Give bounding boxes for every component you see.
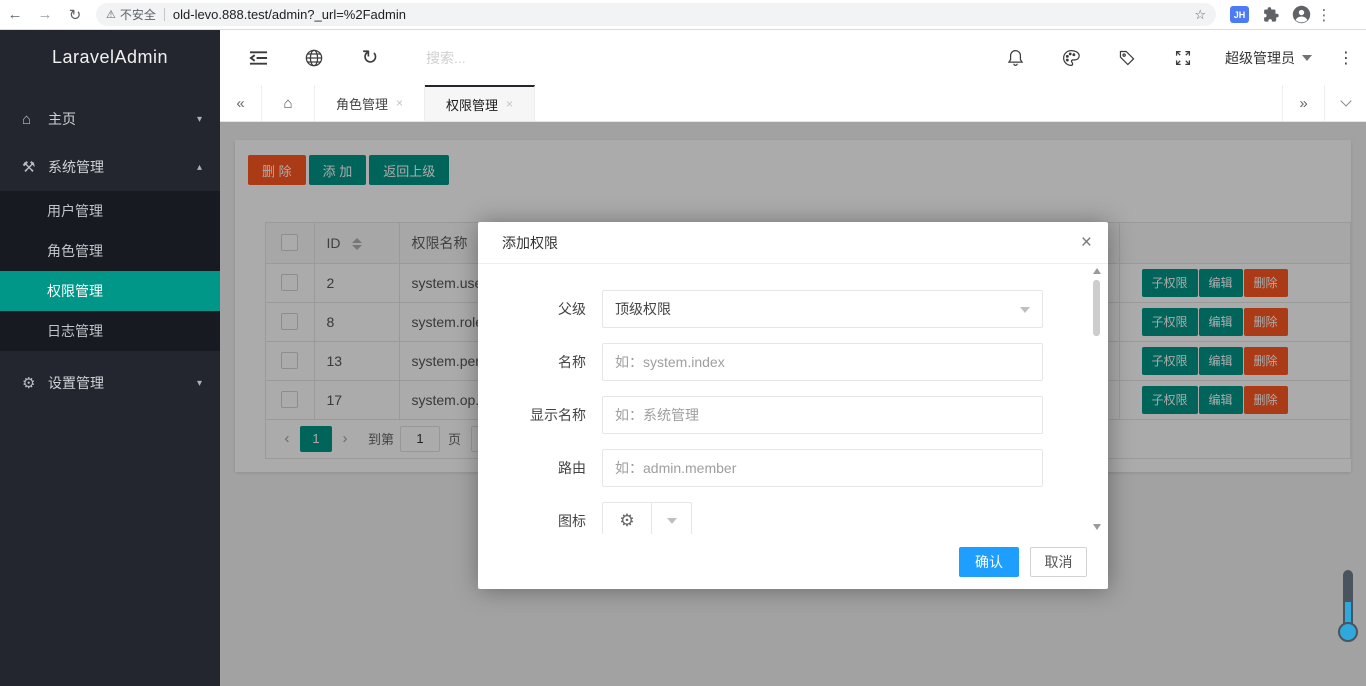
selected-value: 顶级权限 bbox=[615, 299, 671, 319]
browser-back-button[interactable]: ← bbox=[0, 6, 30, 23]
url-text[interactable]: old-levo.888.test/admin?_url=%2Fadmin bbox=[173, 7, 1194, 22]
cancel-button[interactable]: 取消 bbox=[1030, 547, 1087, 577]
caret-down-icon bbox=[1302, 55, 1312, 61]
browser-actions: JH ⋮ bbox=[1216, 5, 1337, 24]
form-row-parent: 父级 顶级权限 bbox=[478, 290, 1108, 328]
tabs-menu-button[interactable] bbox=[1324, 85, 1366, 121]
user-dropdown[interactable]: 超级管理员 bbox=[1211, 48, 1326, 68]
warning-icon: ⚠ bbox=[106, 8, 116, 21]
modal-footer: 确认 取消 bbox=[478, 534, 1108, 589]
app-window: LaravelAdmin ⌂ 主页 ▾ ⚒ 系统管理 ▴ 用户管理 角色管理 权… bbox=[0, 30, 1366, 686]
tab-label: 角色管理 bbox=[336, 94, 388, 113]
route-input[interactable] bbox=[602, 449, 1043, 487]
add-permission-modal: 添加权限 × 父级 顶级权限 名称 bbox=[478, 222, 1108, 589]
tab-roles[interactable]: 角色管理 × bbox=[315, 85, 425, 121]
tabs-scroll-right-button[interactable]: » bbox=[1282, 85, 1324, 121]
form-row-icon: 图标 ⚙ bbox=[478, 502, 1108, 534]
sidebar-item-system[interactable]: ⚒ 系统管理 ▴ bbox=[0, 143, 220, 191]
extensions-puzzle-icon[interactable] bbox=[1262, 6, 1279, 23]
thermometer-widget-icon[interactable] bbox=[1337, 570, 1359, 646]
sidebar-item-settings[interactable]: ⚙ 设置管理 ▾ bbox=[0, 359, 220, 407]
tab-bar: « ⌂ 角色管理 × 权限管理 × » bbox=[220, 85, 1366, 122]
app-logo[interactable]: LaravelAdmin bbox=[0, 30, 220, 85]
tab-permissions[interactable]: 权限管理 × bbox=[425, 85, 535, 121]
browser-reload-button[interactable]: ↻ bbox=[60, 6, 90, 24]
palette-icon[interactable] bbox=[1043, 30, 1099, 85]
collapse-menu-icon[interactable] bbox=[230, 30, 286, 85]
screen: ← → ↻ ⚠ 不安全 old-levo.888.test/admin?_url… bbox=[0, 0, 1366, 686]
sidebar-item-label: 设置管理 bbox=[48, 373, 104, 393]
browser-toolbar: ← → ↻ ⚠ 不安全 old-levo.888.test/admin?_url… bbox=[0, 0, 1366, 30]
modal-header[interactable]: 添加权限 bbox=[478, 222, 1108, 264]
browser-forward-button[interactable]: → bbox=[30, 6, 60, 23]
security-label[interactable]: 不安全 bbox=[120, 6, 156, 23]
field-label: 名称 bbox=[478, 343, 602, 381]
home-icon: ⌂ bbox=[22, 111, 48, 128]
fullscreen-icon[interactable] bbox=[1155, 30, 1211, 85]
form-row-display-name: 显示名称 bbox=[478, 396, 1108, 434]
extension-jh-button[interactable]: JH bbox=[1230, 6, 1249, 23]
scroll-down-arrow[interactable] bbox=[1093, 524, 1101, 530]
page-content: 删 除 添 加 返回上级 ID 权限名称 bbox=[220, 122, 1366, 686]
address-bar[interactable]: ⚠ 不安全 old-levo.888.test/admin?_url=%2Fad… bbox=[96, 3, 1216, 26]
tag-icon[interactable] bbox=[1099, 30, 1155, 85]
globe-icon[interactable] bbox=[286, 30, 342, 85]
bookmark-star-icon[interactable]: ☆ bbox=[1194, 7, 1206, 23]
sidebar-item-label: 主页 bbox=[48, 109, 76, 129]
tabs-scroll-left-button[interactable]: « bbox=[220, 85, 262, 121]
field-label: 父级 bbox=[478, 290, 602, 328]
modal-scrollbar bbox=[1092, 264, 1101, 534]
search-input[interactable] bbox=[426, 50, 696, 66]
form-row-route: 路由 bbox=[478, 449, 1108, 487]
field-label: 路由 bbox=[478, 449, 602, 487]
sidebar-item-home[interactable]: ⌂ 主页 ▾ bbox=[0, 95, 220, 143]
display-name-input[interactable] bbox=[602, 396, 1043, 434]
sidebar: LaravelAdmin ⌂ 主页 ▾ ⚒ 系统管理 ▴ 用户管理 角色管理 权… bbox=[0, 30, 220, 686]
name-input[interactable] bbox=[602, 343, 1043, 381]
icon-picker: ⚙ bbox=[602, 502, 692, 534]
modal-title: 添加权限 bbox=[502, 233, 558, 253]
browser-menu-dots[interactable]: ⋮ bbox=[1311, 6, 1337, 24]
gear-icon: ⚙ bbox=[619, 511, 634, 531]
bell-icon[interactable] bbox=[987, 30, 1043, 85]
profile-avatar-icon[interactable] bbox=[1292, 5, 1311, 24]
sidebar-item-logs[interactable]: 日志管理 bbox=[0, 311, 220, 351]
parent-select[interactable]: 顶级权限 bbox=[602, 290, 1043, 328]
sidebar-item-roles[interactable]: 角色管理 bbox=[0, 231, 220, 271]
sidebar-item-label: 系统管理 bbox=[48, 157, 104, 177]
main-area: ↻ bbox=[220, 30, 1366, 686]
sidebar-item-users[interactable]: 用户管理 bbox=[0, 191, 220, 231]
field-label: 显示名称 bbox=[478, 396, 602, 434]
close-icon[interactable]: × bbox=[506, 97, 513, 111]
sidebar-menu: ⌂ 主页 ▾ ⚒ 系统管理 ▴ 用户管理 角色管理 权限管理 日志管理 ⚙ bbox=[0, 95, 220, 407]
chevron-down-icon: ▾ bbox=[197, 378, 202, 389]
refresh-icon[interactable]: ↻ bbox=[342, 30, 398, 85]
sidebar-item-permissions[interactable]: 权限管理 bbox=[0, 271, 220, 311]
field-label: 图标 bbox=[478, 502, 602, 534]
gear-icon: ⚙ bbox=[22, 374, 48, 392]
icon-picker-dropdown[interactable] bbox=[652, 502, 692, 534]
divider bbox=[164, 8, 165, 21]
caret-down-icon bbox=[1020, 307, 1030, 313]
tabbar-spacer bbox=[535, 85, 1282, 121]
icon-picker-button[interactable]: ⚙ bbox=[602, 502, 652, 534]
confirm-button[interactable]: 确认 bbox=[959, 547, 1019, 577]
more-dots-icon[interactable]: ⋮ bbox=[1326, 30, 1366, 85]
scroll-up-arrow[interactable] bbox=[1093, 268, 1101, 274]
tab-label: 权限管理 bbox=[446, 95, 498, 114]
tab-home[interactable]: ⌂ bbox=[262, 85, 315, 121]
close-icon[interactable]: × bbox=[396, 96, 403, 110]
modal-close-icon[interactable]: × bbox=[1081, 232, 1092, 254]
user-name: 超级管理员 bbox=[1225, 48, 1295, 68]
scrollbar-thumb[interactable] bbox=[1093, 280, 1100, 336]
modal-body: 父级 顶级权限 名称 显示名称 bbox=[478, 264, 1108, 534]
chevron-down-icon: ▾ bbox=[197, 114, 202, 125]
navbar-right: 超级管理员 ⋮ bbox=[987, 30, 1366, 85]
top-navbar: ↻ bbox=[220, 30, 1366, 85]
tools-icon: ⚒ bbox=[22, 158, 48, 176]
form-row-name: 名称 bbox=[478, 343, 1108, 381]
system-submenu: 用户管理 角色管理 权限管理 日志管理 bbox=[0, 191, 220, 351]
chevron-up-icon: ▴ bbox=[197, 162, 202, 173]
